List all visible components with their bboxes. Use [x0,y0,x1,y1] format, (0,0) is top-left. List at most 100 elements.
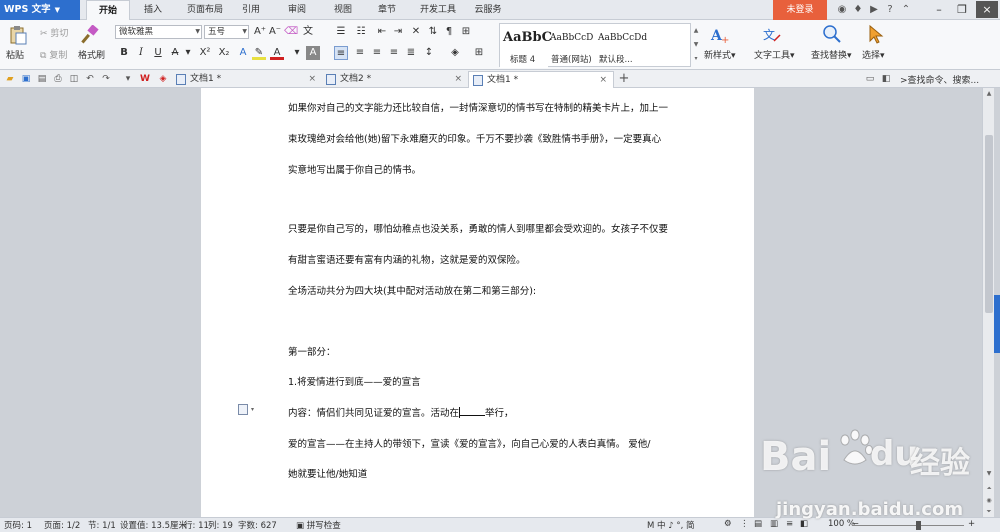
comment-icon[interactable]: ▭ [864,73,876,85]
highlight-icon[interactable]: ✎ [252,46,266,60]
paragraph-line[interactable]: 全场活动共分为四大块(其中配对活动放在第二和第三部分): [288,283,536,297]
tab-developer[interactable]: 开发工具 [413,0,463,20]
tab-review[interactable]: 审阅 [280,0,314,20]
align-right-icon[interactable]: ≡ [370,46,384,60]
paragraph-line[interactable]: 实意地写出属于你自己的情书。 [288,162,421,176]
dropdown-icon[interactable]: ▾ [290,46,304,60]
shading-icon[interactable]: ◈ [448,46,462,60]
copy-button[interactable]: ⧉ 复制 [40,48,67,61]
scrollbar-thumb[interactable] [985,135,993,313]
char-shading-icon[interactable]: A [306,46,320,60]
select-button[interactable]: 选择▾ [862,48,885,61]
sort-icon[interactable]: ⇅ [426,25,440,39]
paste-icon[interactable] [8,25,28,45]
paragraph-line[interactable]: 她就要让他/她知道 [288,466,367,480]
wps-menu-button[interactable]: WPS 文字 ▼ [0,0,80,20]
zoom-slider-track[interactable] [852,525,964,526]
chevron-down-icon[interactable]: ▾ [251,406,254,413]
doc-tab-2[interactable]: 文档2 * × [322,71,468,88]
borders-icon[interactable]: ⊞ [459,25,473,39]
redo-icon[interactable]: ↷ [100,73,112,85]
wps-w-icon[interactable]: W [139,73,151,85]
document-page[interactable]: 如果你对自己的文字能力还比较自信，一封情深意切的情书写在特制的精美卡片上，加上一… [201,88,754,517]
upload-icon[interactable]: ♦ [851,3,865,17]
bold-icon[interactable]: B [117,46,131,60]
font-color-icon[interactable]: A [270,46,284,60]
search-command-input[interactable]: >查找命令、搜索... [900,73,979,86]
close-icon[interactable]: × [308,71,316,88]
find-replace-button[interactable]: 查找替换▾ [811,48,852,61]
align-left-icon[interactable]: ≡ [334,46,348,60]
select-cursor-icon[interactable] [866,24,886,44]
new-style-button[interactable]: 新样式▾ [704,48,736,61]
chevron-up-icon[interactable]: ▲ [692,24,700,38]
print-preview-icon[interactable]: ◫ [68,73,80,85]
scroll-up-icon[interactable]: ▲ [983,88,995,100]
skin-icon[interactable]: ◉ [835,3,849,17]
prev-page-icon[interactable]: ⏶ [983,483,995,495]
line-spacing-icon[interactable]: ↕ [422,46,436,60]
find-replace-icon[interactable] [822,24,842,44]
shrink-font-icon[interactable]: A⁻ [268,25,282,39]
ime-toolbar[interactable]: M 中 ♪ °, 简 [647,519,695,531]
style-normal-web[interactable]: AaBbCcD 普通(网站) [548,24,596,68]
close-icon[interactable]: × [976,1,998,18]
clear-format-icon[interactable]: ⌫ [284,25,298,39]
styles-scroll[interactable]: ▲ ▼ ▾ [692,24,700,66]
help-icon[interactable]: ? [883,3,897,17]
tab-page-layout[interactable]: 页面布局 [178,0,232,20]
strikethrough-icon[interactable]: A [168,46,182,60]
restore-icon[interactable]: ❐ [951,1,973,18]
open-folder-icon[interactable]: ▰ [4,73,16,85]
numbering-icon[interactable]: ☷ [354,25,368,39]
font-size-select[interactable]: 五号 ▼ [204,25,249,39]
status-page[interactable]: 页面: 1/2 [44,519,80,531]
save-icon[interactable]: ▣ [20,73,32,85]
settings-icon[interactable]: ◧ [880,73,892,85]
pinyin-icon[interactable]: 文 [301,25,315,39]
scroll-down-icon[interactable]: ▼ [983,468,995,480]
tab-chapter[interactable]: 章节 [370,0,404,20]
dropdown-icon[interactable]: ▾ [181,46,195,60]
minimize-icon[interactable]: – [928,1,950,18]
paragraph-layout-icon[interactable] [238,404,248,415]
bullets-icon[interactable]: ☰ [334,25,348,39]
text-tools-button[interactable]: 文字工具▾ [754,48,795,61]
status-word-count[interactable]: 字数: 627 [238,519,277,531]
paste-button[interactable]: 粘贴 [6,48,24,61]
cut-button[interactable]: ✂ 剪切 [40,26,68,39]
new-style-icon[interactable]: A + [710,25,730,45]
increase-indent-icon[interactable]: ⇥ [391,25,405,39]
grow-font-icon[interactable]: A⁺ [253,25,267,39]
side-panel-tab[interactable] [994,295,1000,353]
customize-icon[interactable]: ▾ [122,73,134,85]
print-icon[interactable]: ⎙ [52,73,64,85]
text-effect-icon[interactable]: A [236,46,250,60]
paragraph-line[interactable]: 爱的宣言——在主持人的带领下，宣读《爱的宣言》，向自己心爱的人表白真情。 爱他/ [288,436,650,450]
paragraph-line[interactable]: 1.将爱情进行到底——爱的宣言 [288,374,421,388]
share-icon[interactable]: ▶ [867,3,881,17]
text-tools-icon[interactable]: 文 [762,25,782,45]
close-icon[interactable]: × [599,72,607,89]
underline-icon[interactable]: U [151,46,165,60]
template-icon[interactable]: ◈ [157,73,169,85]
decrease-indent-icon[interactable]: ⇤ [375,25,389,39]
style-default-paragraph[interactable]: AaBbCcDd 默认段... [596,24,647,68]
ime-settings-icon[interactable]: ⚙ [724,519,732,529]
superscript-icon[interactable]: X² [198,46,212,60]
show-marks-icon[interactable]: ¶ [442,25,456,39]
paragraph-line-content[interactable]: 内容：情侣们共同见证爱的宣言。活动在 举行， [288,405,514,419]
tab-references[interactable]: 引用 [234,0,268,20]
chinese-layout-icon[interactable]: ✕ [409,25,423,39]
undo-icon[interactable]: ↶ [84,73,96,85]
tab-cloud-service[interactable]: 云服务 [468,0,508,20]
spellcheck-button[interactable]: ▣ 拼写检查 [296,519,341,531]
style-heading-4[interactable]: AaBbC 标题 4 [500,24,552,68]
justify-icon[interactable]: ≡ [387,46,401,60]
ime-menu-icon[interactable]: ⋮ [740,519,749,529]
close-icon[interactable]: × [454,71,462,88]
paragraph-line[interactable]: 有甜言蜜语还要有富有内涵的礼物，这就是爱的双保险。 [288,252,526,266]
zoom-in-icon[interactable]: + [968,519,975,529]
align-center-icon[interactable]: ≡ [353,46,367,60]
paragraph-line[interactable]: 如果你对自己的文字能力还比较自信，一封情深意切的情书写在特制的精美卡片上，加上一 [288,100,668,114]
